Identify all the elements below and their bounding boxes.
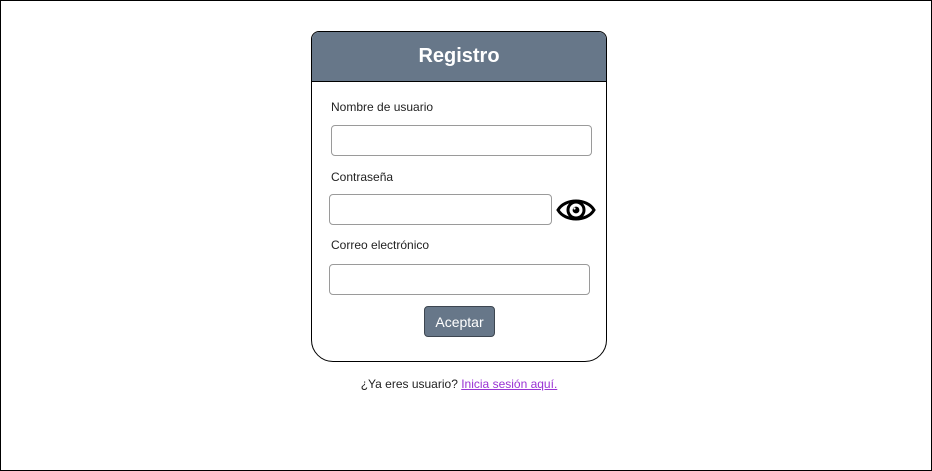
page-frame: Registro Nombre de usuario Contraseña Co… (0, 0, 932, 471)
username-label: Nombre de usuario (331, 100, 434, 114)
username-input[interactable] (331, 125, 592, 156)
password-input[interactable] (329, 194, 552, 225)
email-input[interactable] (329, 264, 590, 295)
register-card: Registro Nombre de usuario Contraseña Co… (311, 31, 607, 362)
eye-icon[interactable] (556, 194, 596, 226)
email-label: Correo electrónico (331, 238, 430, 252)
login-link[interactable]: Inicia sesión aquí. (461, 377, 557, 391)
login-prompt-text: ¿Ya eres usuario? (360, 377, 458, 391)
password-label: Contraseña (331, 170, 394, 184)
login-prompt: ¿Ya eres usuario? Inicia sesión aquí. (1, 377, 917, 391)
register-header: Registro (312, 32, 606, 82)
page-title: Registro (418, 45, 500, 67)
submit-button[interactable]: Aceptar (424, 306, 495, 337)
